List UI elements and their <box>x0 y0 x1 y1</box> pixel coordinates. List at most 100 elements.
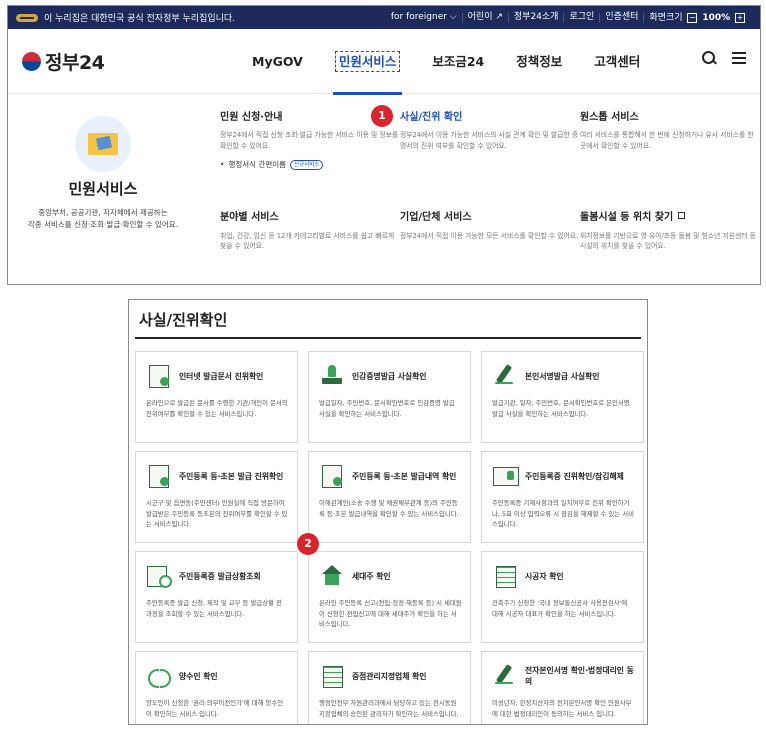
nav-mygov[interactable]: MyGOV <box>236 29 319 94</box>
card-desc: 발급일자, 주민번호, 문서확인번호로 인감증명 발급 사실을 확인하는 서비스… <box>319 399 455 418</box>
service-card[interactable]: 본인서명발급 사실확인 발급기관, 일자, 주민번호, 문서확인번호로 본인서명… <box>481 351 644 443</box>
link-for-foreigner[interactable]: for foreigner ⌵ <box>386 13 462 22</box>
seal-stamp-icon <box>319 364 345 388</box>
site-logo[interactable]: 정부24 <box>22 48 222 75</box>
nav-subsidy24[interactable]: 보조금24 <box>416 29 500 94</box>
household-icon <box>319 564 345 588</box>
pen-sign-icon <box>492 664 518 688</box>
gov-notice: 이 누리집은 대한민국 공식 전자정부 누리집입니다. <box>44 14 236 24</box>
menu-care-location-label: 돌봄시설 등 위치 찾기 <box>580 212 674 223</box>
nav-civil-service[interactable]: 민원서비스 <box>319 29 417 95</box>
font-size-label: 화면크기 <box>649 12 683 23</box>
card-desc: 행정안전부 자원관리과에서 담당하고 있는 전시동원 지정업체의 승인된 관리자… <box>319 699 459 718</box>
service-card[interactable]: 주민등록증 진위확인/잠김해제 주민등록증 기재사항과의 일치여부로 진위 확인… <box>481 451 644 543</box>
service-card[interactable]: 양수인 확인 양도인이 신청한 '권리·의무이전인가'에 대해 양수인이 확인하… <box>135 651 298 724</box>
nav-policy-info[interactable]: 정책정보 <box>500 29 578 94</box>
card-header: 인감증명발급 사실확인 <box>319 362 462 390</box>
link-login[interactable]: 로그인 <box>563 13 599 22</box>
header-icons <box>702 51 746 65</box>
nav-label: 보조금24 <box>432 54 485 69</box>
card-header: 인터넷 발급문서 진위확인 <box>146 362 289 390</box>
card-title: 양수인 확인 <box>179 671 218 681</box>
screenshot-fact-check-page: 사실/진위확인 인터넷 발급문서 진위확인 온라인으로 발급된 문서를 수령한 … <box>128 299 648 725</box>
nav-label: MyGOV <box>252 54 303 69</box>
card-header: 중점관리지정업체 확인 <box>319 662 462 690</box>
card-title: 주민등록증 진위확인/잠김해제 <box>525 471 624 481</box>
card-title: 주민등록 등·초본 발급 진위확인 <box>179 471 284 481</box>
menu-by-field-desc: 취업, 건강, 임신 등 12개 카테고리별로 서비스를 쉽고 빠르게 찾을 수… <box>220 231 395 251</box>
menu-care-location-desc: 위치정보를 기반으로 영·유아/초등 돌봄 및 청소년 지원센터 등 시설의 위… <box>580 231 756 251</box>
card-desc: 온라인으로 발급된 문서를 수령한 기관/개인이 문서의 진위여부를 확인할 수… <box>146 399 288 418</box>
card-desc: 건축주가 신청한 '국내 정보통신공사 사용전검사'에 대해 시공자 대표가 확… <box>492 599 628 618</box>
link-children[interactable]: 어린이 ↗ <box>461 13 508 22</box>
folder-icon <box>75 116 131 172</box>
handshake-icon <box>146 664 172 688</box>
card-title: 전자본인서명 확인·법정대리인 동의 <box>525 666 634 686</box>
menu-icon[interactable] <box>732 52 746 64</box>
card-desc: 발급기관, 일자, 주민번호, 문서확인번호로 본인서명 발급 사실을 확인하는… <box>492 399 630 418</box>
menu-business-link[interactable]: 기업/단체 서비스 <box>400 209 580 223</box>
card-title: 인감증명발급 사실확인 <box>352 371 427 381</box>
bullet-icon: • <box>220 160 225 169</box>
service-card[interactable]: 주민등록증 발급상황조회 주민등록증 발급 신청, 제작 및 교부 등 발급상황… <box>135 551 298 643</box>
card-title: 중점관리지정업체 확인 <box>352 671 427 681</box>
nav-label: 민원서비스 <box>334 51 401 72</box>
mega-menu-desc-line2: 각종 서비스를 신청·조회·발급·확인할 수 있어요. <box>27 220 179 229</box>
service-card[interactable]: 전자본인서명 확인·법정대리인 동의 미성년자, 한정치산자의 전자본인서명 확… <box>481 651 644 724</box>
menu-onestop-link[interactable]: 원스톱 서비스 <box>580 108 760 123</box>
service-card[interactable]: 세대주 확인 온라인 주민등록 신고(전입·정정·재등록 등) 시 세대원이 신… <box>308 551 471 643</box>
screenshot-mega-menu: 이 누리집은 대한민국 공식 전자정부 누리집입니다. for foreigne… <box>7 5 761 285</box>
mega-menu-intro: 민원서비스 중앙부처, 공공기관, 지자체에서 제공하는 각종 서비스를 신청·… <box>8 108 198 262</box>
nav-customer-center[interactable]: 고객센터 <box>578 29 656 94</box>
service-card[interactable]: 중점관리지정업체 확인 행정안전부 자원관리과에서 담당하고 있는 전시동원 지… <box>308 651 471 724</box>
menu-care-location-link[interactable]: 돌봄시설 등 위치 찾기 <box>580 209 760 223</box>
menu-fact-check-link[interactable]: 사실/진위 확인 <box>400 108 580 123</box>
zoom-in-button[interactable]: + <box>735 12 745 23</box>
id-card-icon <box>492 464 519 488</box>
card-header: 주민등록 등·초본 발급 진위확인 <box>146 462 289 490</box>
menu-form-link[interactable]: • 행정서식 간편이름 신규서비스 <box>220 159 400 170</box>
gov-emblem-icon <box>16 13 38 22</box>
card-desc: 주민등록증 기재사항과의 일치여부로 진위 확인하거나, 5회 이상 입력오류 … <box>492 499 634 528</box>
menu-business: 기업/단체 서비스 정부24에서 직접 이용 가능한 모든 서비스를 확인할 수… <box>400 209 580 263</box>
service-card[interactable]: 인터넷 발급문서 진위확인 온라인으로 발급된 문서를 수령한 기관/개인이 문… <box>135 351 298 443</box>
utility-links: for foreigner ⌵ 어린이 ↗ 정부24소개 로그인 인증센터 화면… <box>386 12 752 23</box>
link-about[interactable]: 정부24소개 <box>507 13 564 22</box>
card-desc: 주민등록증 발급 신청, 제작 및 교부 등 발급상황 전 과정을 조회할 수 … <box>146 599 282 618</box>
document-check-icon <box>146 364 172 388</box>
site-header: 정부24 MyGOV 민원서비스 보조금24 정책정보 고객센터 <box>8 29 760 95</box>
new-service-badge: 신규서비스 <box>290 159 324 170</box>
menu-by-field-link[interactable]: 분야별 서비스 <box>220 209 400 223</box>
card-header: 주민등록증 진위확인/잠김해제 <box>492 462 635 490</box>
service-card[interactable]: 주민등록 등·초본 발급 진위확인 시군구 및 읍면동(주민센터) 민원실에 직… <box>135 451 298 543</box>
card-desc: 이해관계인(소송 수행 및 채권채무관계 등)의 주민등록 등·초본 발급내역을… <box>319 499 459 518</box>
service-card[interactable]: 주민등록 등·초본 발급내역 확인 이해관계인(소송 수행 및 채권채무관계 등… <box>308 451 471 543</box>
section-title: 사실/진위확인 <box>139 311 228 329</box>
mega-menu-grid: 민원 신청·안내 정부24에서 직접 신청·조회·발급 가능한 서비스 이용 및… <box>198 108 760 262</box>
step-marker-2: 2 <box>297 533 319 555</box>
service-card[interactable]: 시공자 확인 건축주가 신청한 '국내 정보통신공사 사용전검사'에 대해 시공… <box>481 551 644 643</box>
menu-business-desc: 정부24에서 직접 이용 가능한 모든 서비스를 확인할 수 있어요. <box>400 231 579 240</box>
nav-label: 고객센터 <box>594 54 641 69</box>
card-title: 인터넷 발급문서 진위확인 <box>179 371 264 381</box>
step-marker-1: 1 <box>371 105 393 127</box>
id-search-icon <box>146 564 172 588</box>
card-desc: 시군구 및 읍면동(주민센터) 민원실에 직접 방문하여 발급받은 주민등록 등… <box>146 499 288 528</box>
external-link-icon <box>678 212 686 219</box>
card-header: 주민등록 등·초본 발급내역 확인 <box>319 462 462 490</box>
card-header: 세대주 확인 <box>319 562 462 590</box>
mega-menu-desc-line1: 중앙부처, 공공기관, 지자체에서 제공하는 <box>38 208 168 217</box>
menu-fact-check-desc: 정부24에서 이용 가능한 서비스의 사실 관계 확인 및 발급한 증명서의 진… <box>400 131 579 150</box>
building-icon <box>319 664 345 688</box>
service-card[interactable]: 인감증명발급 사실확인 발급일자, 주민번호, 문서확인번호로 인감증명 발급 … <box>308 351 471 443</box>
card-desc: 양도인이 신청한 '권리·의무이전인가'에 대해 양수인이 확인하는 서비스 입… <box>146 699 284 718</box>
link-cert-center[interactable]: 인증센터 <box>599 13 643 22</box>
menu-onestop: 원스톱 서비스 여러 서비스를 통합해서 한 번에 신청하거나 유사 서비스를 … <box>580 108 760 198</box>
main-nav: MyGOV 민원서비스 보조금24 정책정보 고객센터 <box>236 29 656 95</box>
menu-form-label: 행정서식 간편이름 <box>228 160 287 169</box>
zoom-out-button[interactable]: − <box>687 12 698 23</box>
pen-sign-icon <box>492 364 518 388</box>
search-icon[interactable] <box>702 51 716 65</box>
card-title: 세대주 확인 <box>352 571 391 581</box>
card-title: 주민등록증 발급상황조회 <box>179 571 261 581</box>
